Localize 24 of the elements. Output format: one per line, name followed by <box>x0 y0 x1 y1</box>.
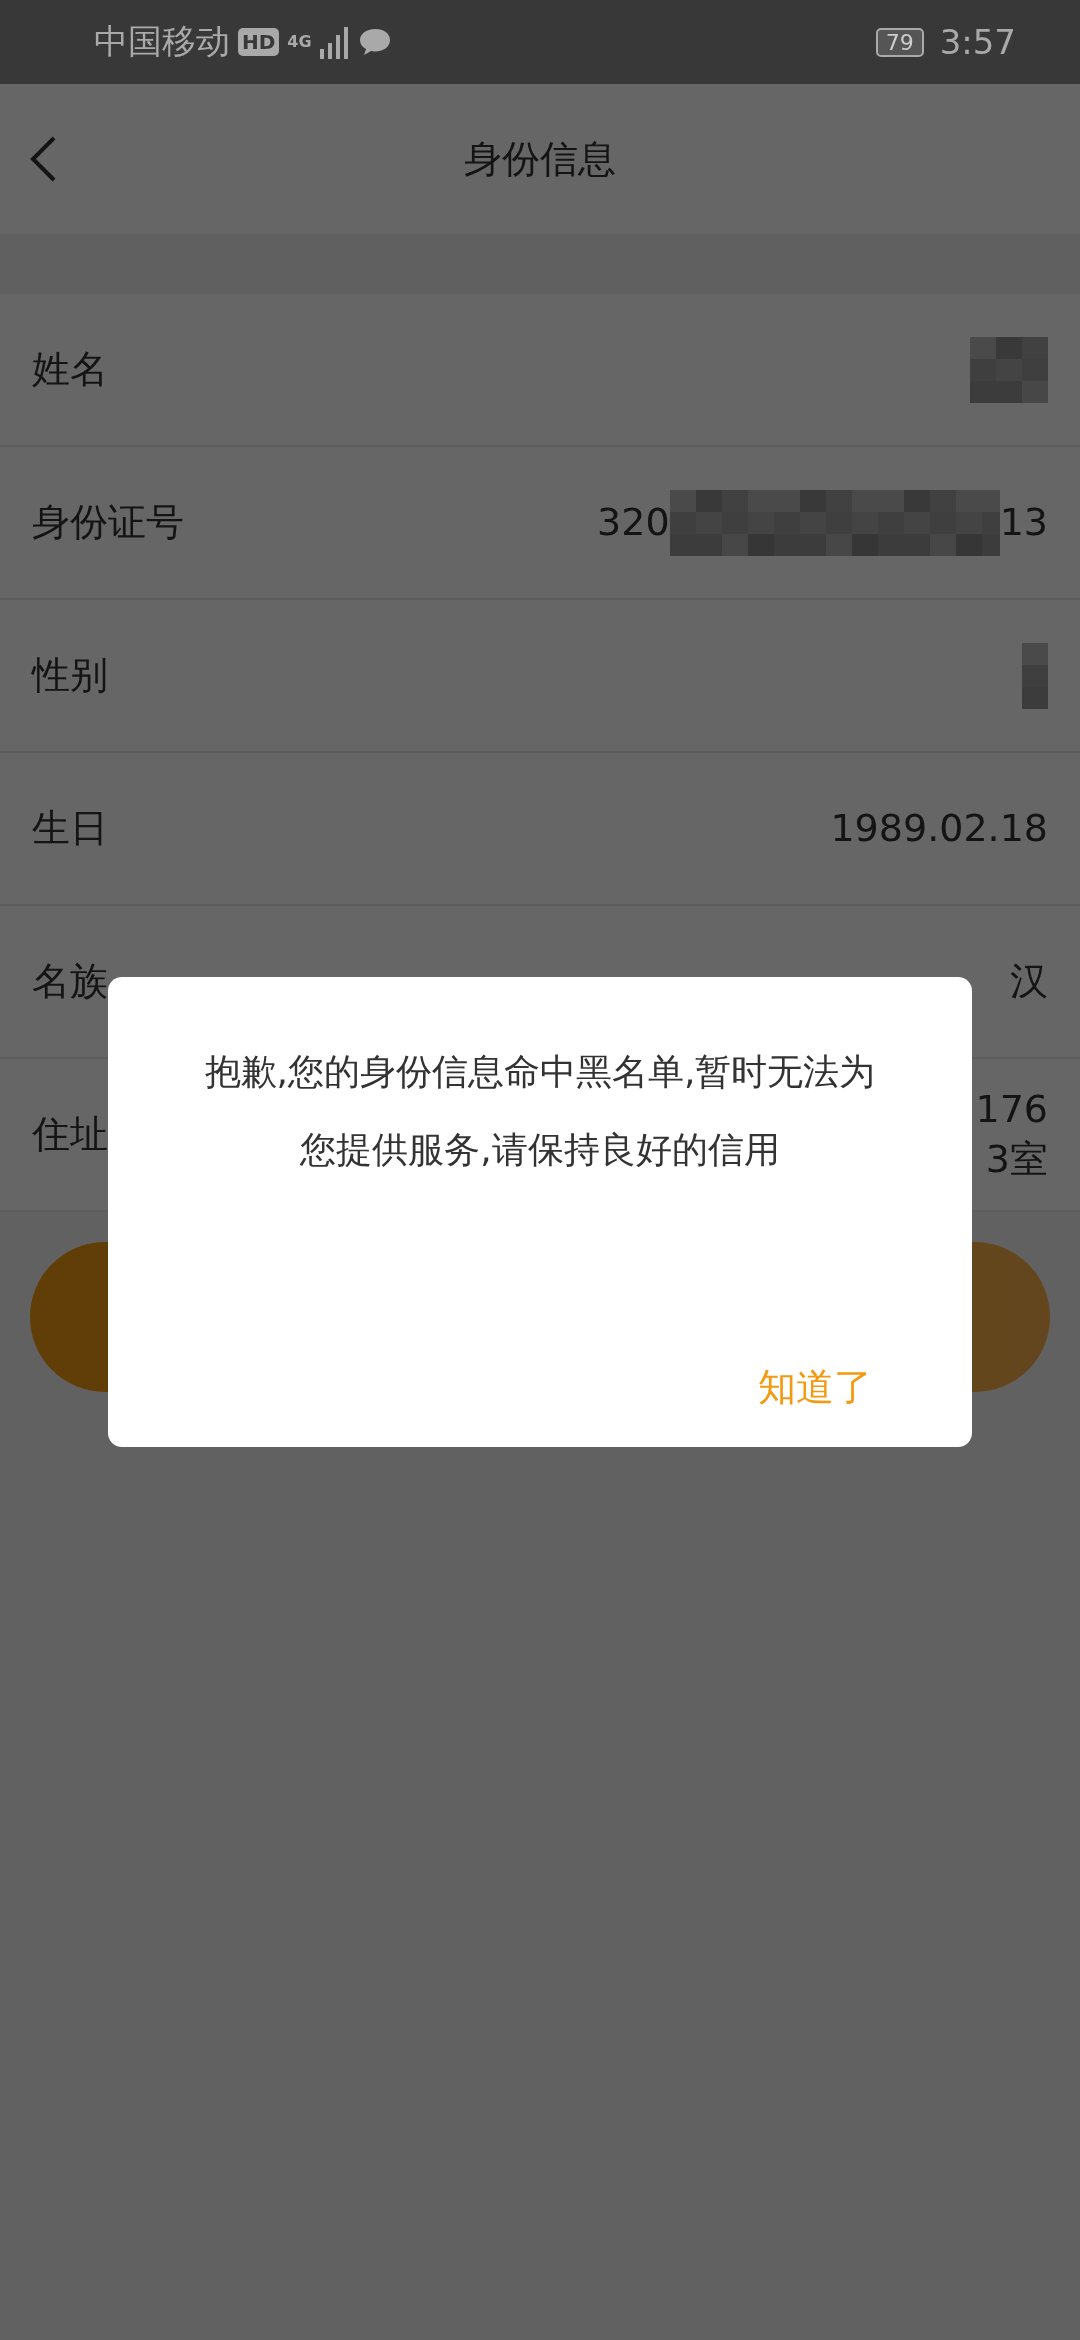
hd-badge: HD <box>238 28 280 56</box>
chat-bubble-icon <box>357 27 392 57</box>
acknowledge-button[interactable]: 知道了 <box>758 1362 872 1413</box>
field-value: 汉 <box>1010 957 1048 1005</box>
id-number-end: 13 <box>999 498 1048 546</box>
id-number-start: 320 <box>597 498 670 546</box>
mosaic-redaction <box>1022 642 1048 709</box>
address-line: 3室 <box>985 1135 1048 1183</box>
field-label: 生日 <box>32 805 108 852</box>
field-label: 身份证号 <box>32 499 184 546</box>
network-type: 4G <box>287 34 312 50</box>
clock-time: 3:57 <box>939 22 1016 62</box>
dialog-message: 抱歉,您的身份信息命中黑名单,暂时无法为您提供服务,请保持良好的信用 <box>203 1050 877 1172</box>
page-title: 身份信息 <box>464 135 616 183</box>
field-value: 1989.02.18 <box>830 804 1048 852</box>
field-label: 姓名 <box>32 346 108 393</box>
field-label: 性别 <box>32 652 108 699</box>
signal-icon <box>319 25 350 59</box>
battery-level: 79 <box>875 27 924 57</box>
field-label: 住址 <box>32 1111 108 1158</box>
back-icon[interactable] <box>28 135 58 183</box>
field-label: 名族 <box>32 958 108 1005</box>
carrier-name: 中国移动 <box>94 20 230 63</box>
address-line: 176 <box>975 1086 1048 1134</box>
